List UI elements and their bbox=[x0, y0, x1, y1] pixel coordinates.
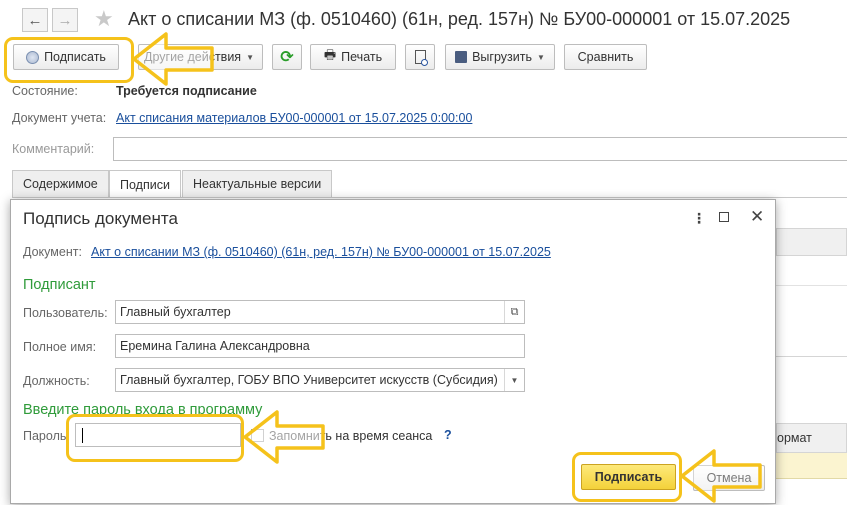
fullname-label: Полное имя: bbox=[23, 340, 97, 354]
pointer-arrow-icon bbox=[680, 449, 762, 503]
account-doc-label: Документ учета: bbox=[12, 111, 107, 125]
preview-button[interactable] bbox=[405, 44, 435, 70]
dialog-title: Подпись документа bbox=[23, 209, 178, 228]
position-value: Главный бухгалтер, ГОБУ ВПО Университет … bbox=[120, 373, 498, 387]
background-grid-row bbox=[776, 453, 847, 479]
state-value: Требуется подписание bbox=[116, 84, 257, 98]
user-label: Пользователь: bbox=[23, 306, 108, 320]
compare-button[interactable]: Сравнить bbox=[564, 44, 647, 70]
print-button[interactable]: 🖶 Печать bbox=[310, 44, 396, 70]
refresh-button[interactable]: ⟳ bbox=[272, 44, 302, 70]
close-icon[interactable]: ✕ bbox=[750, 207, 764, 227]
help-icon[interactable]: ? bbox=[444, 428, 452, 442]
more-icon[interactable]: ⋮ bbox=[692, 210, 706, 227]
comment-label: Комментарий: bbox=[12, 142, 95, 156]
compare-button-label: Сравнить bbox=[577, 50, 634, 64]
document-label: Документ: bbox=[23, 245, 82, 259]
forward-button[interactable]: → bbox=[52, 8, 78, 32]
dialog-sign-highlight bbox=[572, 452, 682, 502]
state-label: Состояние: bbox=[12, 84, 78, 98]
tab-content[interactable]: Содержимое bbox=[12, 170, 109, 197]
pointer-arrow-icon bbox=[132, 32, 214, 86]
user-field[interactable]: Главный бухгалтер ⧉ bbox=[115, 300, 525, 324]
arrow-right-icon: → bbox=[57, 11, 73, 29]
print-button-label: Печать bbox=[341, 50, 383, 64]
maximize-icon[interactable] bbox=[719, 212, 729, 222]
account-doc-link[interactable]: Акт списания материалов БУ00-000001 от 1… bbox=[116, 111, 472, 125]
tab-label: Содержимое bbox=[23, 177, 98, 191]
chevron-down-icon: ▼ bbox=[246, 52, 254, 62]
comment-field[interactable] bbox=[113, 137, 847, 161]
document-link[interactable]: Акт о списании МЗ (ф. 0510460) (61н, ред… bbox=[91, 245, 551, 259]
fullname-value: Еремина Галина Александровна bbox=[120, 339, 310, 353]
export-button-label: Выгрузить bbox=[472, 50, 532, 64]
format-column-header: ормат bbox=[777, 431, 812, 445]
password-label: Пароль: bbox=[23, 429, 70, 443]
tab-underline bbox=[12, 197, 847, 198]
password-highlight bbox=[66, 414, 244, 462]
chevron-down-icon: ▼ bbox=[536, 52, 545, 62]
export-button[interactable]: Выгрузить ▼ bbox=[445, 44, 555, 70]
back-button[interactable]: ← bbox=[22, 8, 48, 32]
refresh-icon: ⟳ bbox=[280, 49, 294, 66]
printer-icon: 🖶 bbox=[323, 47, 337, 62]
chevron-down-icon[interactable]: ▼ bbox=[504, 369, 524, 391]
preview-icon bbox=[414, 50, 428, 66]
open-icon[interactable]: ⧉ bbox=[504, 301, 524, 323]
tab-label: Неактуальные версии bbox=[193, 177, 322, 191]
sign-button-highlight bbox=[4, 37, 134, 83]
background-divider bbox=[776, 356, 847, 357]
fullname-field[interactable]: Еремина Галина Александровна bbox=[115, 334, 525, 358]
background-table-row bbox=[776, 256, 847, 286]
signer-section-title: Подписант bbox=[23, 277, 96, 293]
tab-signatures[interactable]: Подписи bbox=[109, 170, 181, 198]
arrow-left-icon: ← bbox=[27, 11, 43, 29]
page-title: Акт о списании МЗ (ф. 0510460) (61н, ред… bbox=[128, 9, 791, 29]
position-field[interactable]: Главный бухгалтер, ГОБУ ВПО Университет … bbox=[115, 368, 525, 392]
pointer-arrow-icon bbox=[243, 410, 325, 464]
tab-label: Подписи bbox=[120, 177, 170, 192]
background-table-header bbox=[776, 228, 847, 256]
floppy-icon bbox=[455, 51, 468, 63]
user-value: Главный бухгалтер bbox=[120, 305, 231, 319]
star-icon[interactable]: ★ bbox=[94, 6, 114, 32]
position-label: Должность: bbox=[23, 374, 90, 388]
background-grid-header: ормат bbox=[776, 423, 847, 453]
tab-outdated-versions[interactable]: Неактуальные версии bbox=[182, 170, 333, 197]
